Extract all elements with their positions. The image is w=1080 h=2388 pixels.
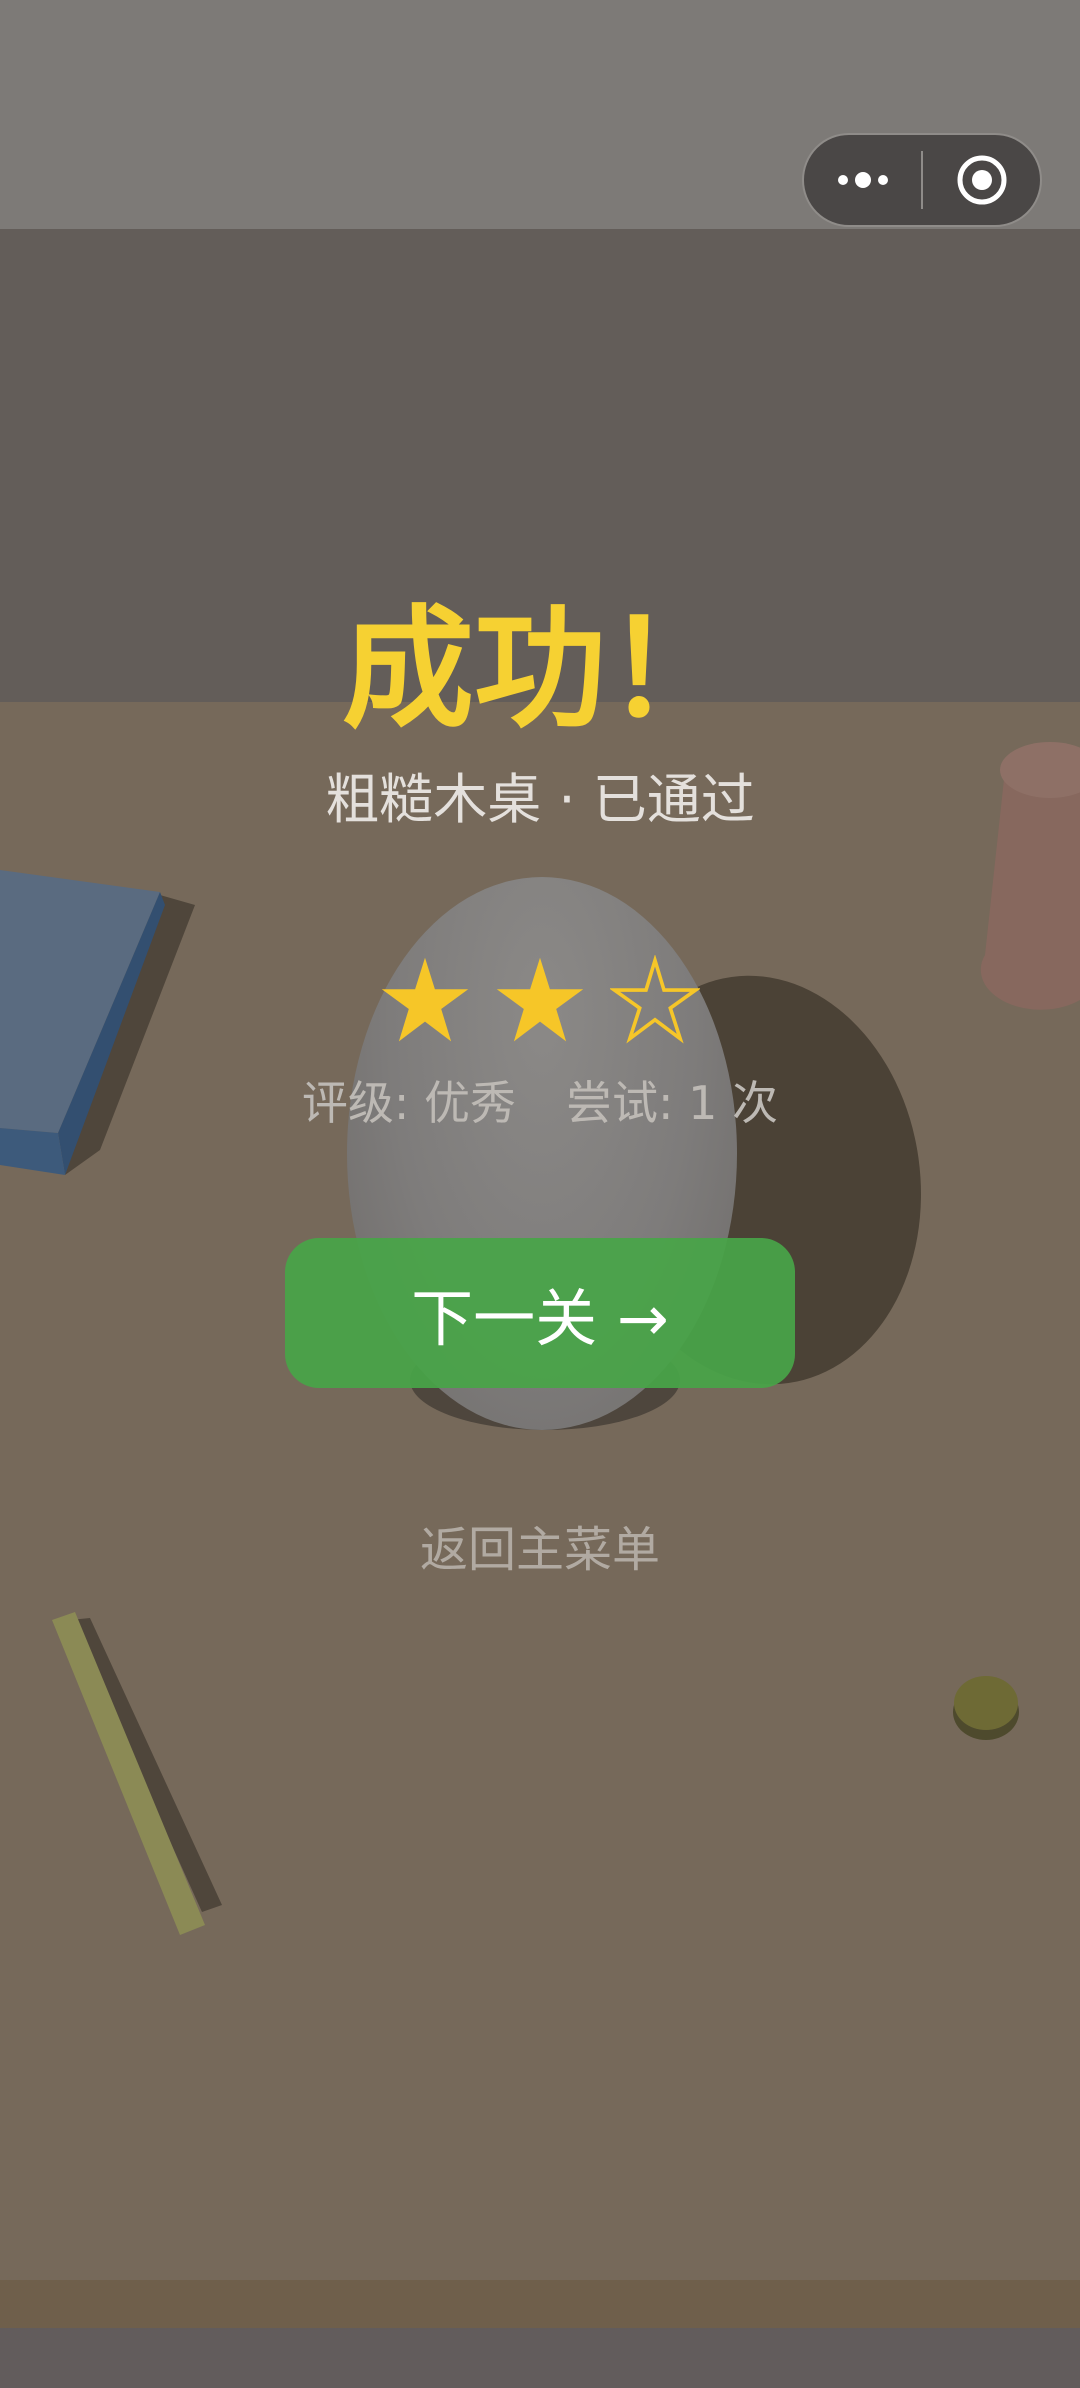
result-title: 成功！ (342, 593, 738, 747)
target-circle-icon (957, 155, 1006, 205)
rating-value: 优秀 (424, 1076, 517, 1130)
game-screen: 成功！ 粗糙木桌 · 已通过 评级: 优秀 尝试: 1 次 下一关 → 返回主菜单 (0, 0, 1080, 2388)
more-button[interactable] (804, 135, 921, 225)
next-level-button[interactable]: 下一关 → (285, 1238, 795, 1388)
pass-status: 已通过 (592, 768, 755, 831)
result-stats: 评级: 优秀 尝试: 1 次 (0, 1068, 1080, 1138)
coin (953, 1676, 1019, 1740)
star-rating (380, 945, 700, 1055)
level-status: 粗糙木桌 · 已通过 (0, 760, 1080, 840)
more-dots-icon (837, 172, 888, 188)
star-filled-icon (381, 957, 469, 1042)
attempts-value: 1 次 (688, 1076, 779, 1130)
rating-label: 评级: (301, 1076, 410, 1130)
close-button[interactable] (923, 135, 1040, 225)
mini-program-capsule (802, 133, 1042, 227)
separator: · (558, 768, 576, 831)
star-filled-icon (496, 957, 584, 1042)
main-menu-link[interactable]: 返回主菜单 (0, 1515, 1080, 1585)
level-name: 粗糙木桌 (325, 768, 542, 831)
stick (52, 1612, 205, 1935)
star-outline-icon (610, 955, 700, 1044)
attempts-label: 尝试: (566, 1076, 674, 1130)
